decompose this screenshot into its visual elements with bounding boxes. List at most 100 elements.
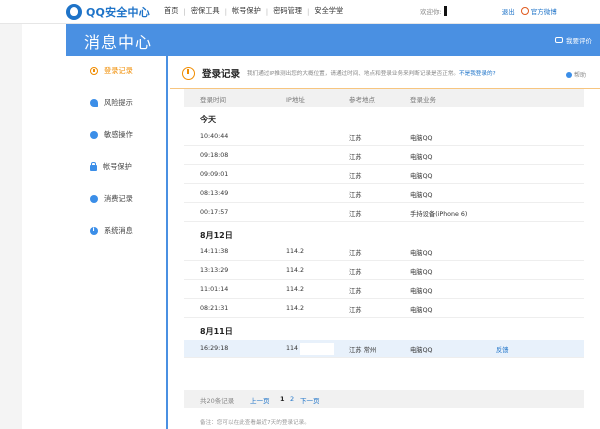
sidebar-item-label: 登录记录	[104, 66, 133, 75]
footnote: 备注：您可以在此查看最近7天的登录记录。	[200, 420, 310, 426]
nav-separator: |	[265, 6, 269, 16]
login-service: 电脑QQ	[410, 173, 433, 180]
logo[interactable]: QQ安全中心	[66, 3, 150, 21]
record-count: 共20条记录	[200, 397, 235, 405]
table-row: 16:29:18 114 江苏 常州 电脑QQ 反馈	[184, 340, 584, 358]
description-text: 我们通过IP推测出您的大概位置，请通过时间、地点和登录业务来判断记录是否正常。	[247, 71, 460, 77]
main-panel: 登录记录 我们通过IP推测出您的大概位置，请通过时间、地点和登录业务来判断记录是…	[170, 56, 600, 429]
location: 江苏	[349, 288, 362, 295]
sidebar-item-login-records[interactable]: 登录记录	[90, 66, 133, 76]
username-redacted	[443, 6, 500, 16]
login-service: 电脑QQ	[410, 192, 433, 199]
sidebar-item-label: 敏感操作	[104, 130, 133, 139]
login-service: 电脑QQ	[410, 288, 433, 295]
location: 江苏	[349, 173, 362, 180]
weibo-icon	[520, 7, 529, 15]
section-description: 我们通过IP推测出您的大概位置，请通过时间、地点和登录业务来判断记录是否正常。不…	[247, 69, 496, 77]
date-group-label: 今天	[200, 115, 216, 124]
not-me-link[interactable]: 不是我登录的?	[459, 71, 496, 77]
date-group-label: 8月11日	[200, 327, 233, 336]
column-header: 登录时间	[200, 96, 226, 104]
login-time: 10:40:44	[200, 133, 229, 140]
nav-separator: |	[183, 6, 186, 16]
page-number[interactable]: 2	[290, 395, 294, 403]
nav-account[interactable]: 帐号保护	[232, 6, 261, 16]
clock-icon	[182, 66, 195, 80]
qq-shield-icon	[66, 4, 82, 20]
login-time: 13:13:29	[200, 267, 229, 274]
ip-redaction	[300, 343, 334, 355]
login-time: 14:11:38	[200, 248, 229, 255]
help-label: 帮助	[573, 72, 586, 79]
ip-address: 114.2	[286, 248, 305, 255]
ip-address: 114	[286, 345, 299, 352]
sidebar-item-label: 消费记录	[104, 194, 133, 203]
help-link[interactable]: 帮助	[565, 70, 586, 79]
feedback-button[interactable]: 我要评价	[555, 35, 592, 45]
prev-page-button[interactable]: 上一页	[250, 395, 270, 405]
page-number[interactable]: 1	[280, 395, 285, 403]
login-time: 08:13:49	[200, 190, 229, 197]
login-service: 电脑QQ	[410, 135, 433, 142]
logout-link[interactable]: 退出	[502, 6, 515, 16]
nav-separator: |	[306, 6, 310, 16]
sidebar-item-label: 帐号保护	[103, 162, 132, 171]
face-icon	[90, 131, 98, 139]
sidebar-item-risk[interactable]: 风险提示	[90, 98, 133, 108]
sidebar-item-system[interactable]: 系统消息	[90, 226, 133, 236]
chat-icon	[555, 37, 563, 43]
table-row: 14:11:38 114.2 江苏 电脑QQ	[184, 243, 584, 261]
column-header: 参考地点	[349, 96, 375, 104]
nav-separator: |	[224, 6, 227, 16]
table-row: 09:09:01 江苏 电脑QQ	[184, 166, 584, 184]
column-header: IP地址	[286, 96, 305, 104]
location: 江苏	[349, 269, 362, 276]
welcome-text: 欢迎你:	[420, 8, 442, 16]
sidebar-item-label: 风险提示	[104, 98, 133, 107]
table-header: 登录时间 IP地址 参考地点 登录业务	[184, 89, 584, 107]
location: 江苏 常州	[349, 347, 377, 354]
nav-school[interactable]: 安全学堂	[314, 6, 343, 16]
sidebar-item-protect[interactable]: 帐号保护	[90, 162, 132, 172]
table-row: 08:21:31 114.2 江苏 电脑QQ	[184, 300, 584, 318]
pagination: 共20条记录 上一页 1 2 下一页	[184, 390, 584, 408]
login-service: 手持设备(iPhone 6)	[410, 211, 468, 218]
coin-icon	[90, 195, 98, 203]
login-service: 电脑QQ	[410, 269, 433, 276]
bird-icon	[90, 99, 98, 107]
sidebar-item-billing[interactable]: 消费记录	[90, 194, 133, 204]
ip-address: 114.2	[286, 286, 305, 293]
nav-password[interactable]: 密码管理	[273, 6, 302, 16]
login-time: 16:29:18	[200, 345, 229, 352]
location: 江苏	[349, 250, 362, 257]
page-title: 消息中心	[84, 33, 153, 52]
login-time: 11:01:14	[200, 286, 229, 293]
table-row: 13:13:29 114.2 江苏 电脑QQ	[184, 262, 584, 280]
table-row: 00:17:57 江苏 手持设备(iPhone 6)	[184, 204, 584, 222]
section-title-row: 登录记录 我们通过IP推测出您的大概位置，请通过时间、地点和登录业务来判断记录是…	[182, 66, 496, 80]
logo-text: QQ安全中心	[86, 6, 150, 19]
table-row: 09:18:08 江苏 电脑QQ	[184, 147, 584, 165]
login-service: 电脑QQ	[410, 307, 433, 314]
left-strip	[0, 24, 22, 429]
location: 江苏	[349, 135, 362, 142]
section-title: 登录记录	[202, 69, 241, 80]
login-time: 00:17:57	[200, 209, 229, 216]
next-page-button[interactable]: 下一页	[300, 395, 320, 405]
ip-address: 114.2	[286, 305, 305, 312]
location: 江苏	[349, 192, 362, 199]
nav-tools[interactable]: 密保工具	[191, 6, 220, 16]
weibo-link[interactable]: 官方微博	[531, 6, 557, 16]
location: 江苏	[349, 154, 362, 161]
report-link[interactable]: 反馈	[496, 345, 509, 354]
info-icon	[90, 226, 98, 235]
login-time: 09:18:08	[200, 152, 229, 159]
login-service: 电脑QQ	[410, 347, 433, 354]
column-header: 登录业务	[410, 96, 436, 104]
sidebar-item-sensitive[interactable]: 敏感操作	[90, 130, 133, 140]
location: 江苏	[349, 307, 362, 314]
feedback-label: 我要评价	[566, 37, 592, 45]
date-group-label: 8月12日	[200, 231, 233, 240]
nav-home[interactable]: 首页	[164, 6, 178, 16]
lock-icon	[90, 162, 97, 171]
